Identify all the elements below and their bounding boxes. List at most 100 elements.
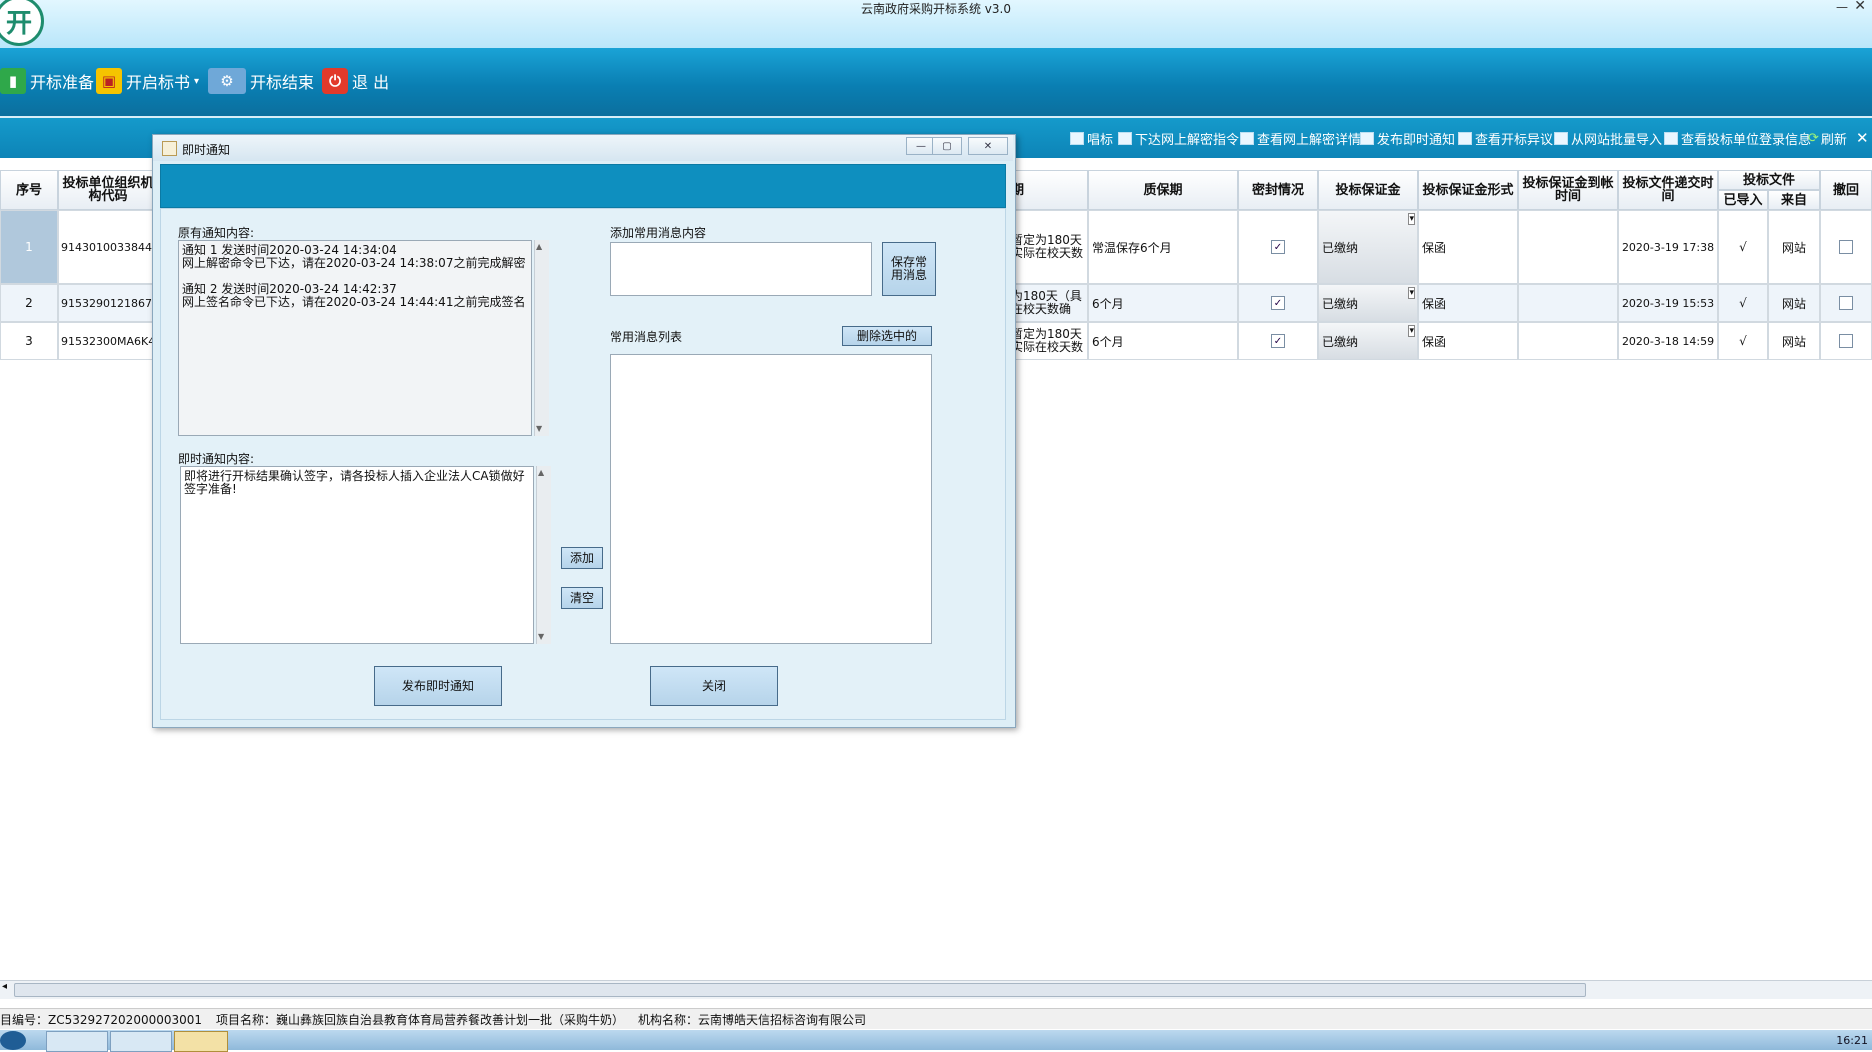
- subbar-close-icon[interactable]: ✕: [1856, 128, 1869, 148]
- existing-notice-scrollbar[interactable]: [534, 240, 549, 436]
- row3-deposit-time[interactable]: [1518, 322, 1618, 360]
- col-header-from[interactable]: 来自: [1768, 190, 1820, 210]
- subbar-decrypt-detail-button[interactable]: 查看网上解密详情: [1240, 128, 1361, 148]
- dialog-title-bar[interactable]: [153, 135, 1013, 161]
- col-header-period[interactable]: 期: [1010, 170, 1088, 210]
- existing-notice-textarea[interactable]: 通知 1 发送时间2020-03-24 14:34:04 网上解密命令已下达，请…: [178, 240, 532, 436]
- existing-notice-label: 原有通知内容:: [178, 226, 255, 240]
- scroll-left-icon[interactable]: ◂: [2, 981, 7, 992]
- row3-deposit-form[interactable]: 保函: [1418, 322, 1518, 360]
- instant-notice-textarea[interactable]: 即将进行开标结果确认签字，请各投标人插入企业法人CA锁做好签字准备!: [180, 466, 534, 644]
- row1-warranty[interactable]: 常温保存6个月: [1088, 210, 1238, 284]
- row1-no[interactable]: 1: [0, 210, 58, 284]
- start-icon[interactable]: [0, 1031, 26, 1050]
- minimize-icon[interactable]: —: [1836, 0, 1848, 14]
- col-header-no[interactable]: 序号: [0, 170, 58, 210]
- col-header-withdraw[interactable]: 撤回: [1820, 170, 1872, 210]
- row3-code[interactable]: 91532300MA6K43J: [58, 322, 158, 360]
- subbar-objection-button[interactable]: 查看开标异议: [1458, 128, 1553, 148]
- col-header-deposit-form[interactable]: 投标保证金形式: [1418, 170, 1518, 210]
- power-icon: ⏻: [322, 68, 348, 94]
- row2-deposit-time[interactable]: [1518, 284, 1618, 322]
- row1-period[interactable]: 暂定为180天 实际在校天数: [1010, 210, 1088, 284]
- row1-from[interactable]: 网站: [1768, 210, 1820, 284]
- row1-code[interactable]: 914301003384467: [58, 210, 158, 284]
- seal-checkbox[interactable]: ✓: [1271, 296, 1285, 310]
- dialog-maximize-icon[interactable]: ▢: [932, 137, 962, 155]
- row2-withdraw-cell[interactable]: [1820, 284, 1872, 322]
- col-header-code[interactable]: 投标单位组织机构代码: [58, 170, 158, 210]
- col-header-imported[interactable]: 已导入: [1718, 190, 1768, 210]
- subbar-batch-import-button[interactable]: 从网站批量导入: [1554, 128, 1662, 148]
- toolbar-end-button[interactable]: ⚙ 开标结束: [208, 66, 314, 96]
- taskbar-ie-icon[interactable]: [46, 1031, 108, 1052]
- status-project-no: 目编号：ZC532927202000003001: [0, 1012, 203, 1027]
- subbar-refresh-button[interactable]: ⟳ 刷新: [1808, 128, 1847, 148]
- subbar-announce-button[interactable]: 唱标: [1070, 128, 1113, 148]
- row1-seal-cell[interactable]: ✓: [1238, 210, 1318, 284]
- row2-deposit-form[interactable]: 保函: [1418, 284, 1518, 322]
- toolbar-prep-button[interactable]: ▮ 开标准备: [0, 66, 94, 96]
- withdraw-checkbox[interactable]: [1839, 334, 1853, 348]
- row2-deposit-select[interactable]: 已缴纳 ▾: [1318, 284, 1418, 322]
- row3-no[interactable]: 3: [0, 322, 58, 360]
- row1-deposit-select[interactable]: 已缴纳 ▾: [1318, 210, 1418, 284]
- row3-seal-cell[interactable]: ✓: [1238, 322, 1318, 360]
- col-header-submit-time[interactable]: 投标文件递交时间: [1618, 170, 1718, 210]
- row1-imported[interactable]: √: [1718, 210, 1768, 284]
- subbar-publish-notice-button[interactable]: 发布即时通知: [1360, 128, 1455, 148]
- col-header-warranty[interactable]: 质保期: [1088, 170, 1238, 210]
- subbar-login-info-button[interactable]: 查看投标单位登录信息: [1664, 128, 1811, 148]
- common-message-list[interactable]: [610, 354, 932, 644]
- close-icon[interactable]: ✕: [1854, 0, 1866, 14]
- row2-imported[interactable]: √: [1718, 284, 1768, 322]
- row2-seal-cell[interactable]: ✓: [1238, 284, 1318, 322]
- row1-withdraw-cell[interactable]: [1820, 210, 1872, 284]
- scroll-down-icon[interactable]: ▼: [538, 632, 544, 641]
- save-common-button[interactable]: 保存常用消息: [882, 242, 936, 296]
- scroll-up-icon[interactable]: ▲: [536, 242, 542, 251]
- add-button[interactable]: 添加: [561, 547, 603, 569]
- close-button[interactable]: 关闭: [650, 666, 778, 706]
- withdraw-checkbox[interactable]: [1839, 296, 1853, 310]
- instant-notice-scrollbar[interactable]: [536, 466, 551, 644]
- row2-deposit-value: 已缴纳: [1322, 296, 1359, 311]
- publish-notice-button[interactable]: 发布即时通知: [374, 666, 502, 706]
- row3-imported[interactable]: √: [1718, 322, 1768, 360]
- dialog-close-icon[interactable]: ✕: [968, 137, 1008, 155]
- row2-submit-time[interactable]: 2020-3-19 15:53: [1618, 284, 1718, 322]
- scrollbar-thumb[interactable]: [14, 983, 1586, 997]
- row1-deposit-form[interactable]: 保函: [1418, 210, 1518, 284]
- add-common-input[interactable]: [610, 242, 872, 296]
- col-header-bid-file[interactable]: 投标文件: [1718, 170, 1820, 190]
- withdraw-checkbox[interactable]: [1839, 240, 1853, 254]
- row3-from[interactable]: 网站: [1768, 322, 1820, 360]
- row1-submit-time[interactable]: 2020-3-19 17:38: [1618, 210, 1718, 284]
- taskbar-ie-icon-2[interactable]: [110, 1031, 172, 1052]
- common-list-label: 常用消息列表: [610, 330, 683, 344]
- row1-deposit-time[interactable]: [1518, 210, 1618, 284]
- seal-checkbox[interactable]: ✓: [1271, 240, 1285, 254]
- row2-from[interactable]: 网站: [1768, 284, 1820, 322]
- taskbar-app-icon[interactable]: [174, 1031, 228, 1052]
- row3-period[interactable]: 暂定为180天 实际在校天数: [1010, 322, 1088, 360]
- row2-code[interactable]: 915329012186710: [58, 284, 158, 322]
- scroll-down-icon[interactable]: ▼: [536, 424, 542, 433]
- row3-submit-time[interactable]: 2020-3-18 14:59: [1618, 322, 1718, 360]
- row3-withdraw-cell[interactable]: [1820, 322, 1872, 360]
- row2-period[interactable]: 为180天（具 在校天数确: [1010, 284, 1088, 322]
- delete-selected-button[interactable]: 删除选中的: [842, 326, 932, 346]
- seal-checkbox[interactable]: ✓: [1271, 334, 1285, 348]
- row2-no[interactable]: 2: [0, 284, 58, 322]
- row3-deposit-select[interactable]: 已缴纳 ▾: [1318, 322, 1418, 360]
- toolbar-exit-button[interactable]: ⏻ 退 出: [322, 66, 389, 96]
- row2-warranty[interactable]: 6个月: [1088, 284, 1238, 322]
- row3-warranty[interactable]: 6个月: [1088, 322, 1238, 360]
- col-header-deposit-time[interactable]: 投标保证金到帐时间: [1518, 170, 1618, 210]
- subbar-decrypt-cmd-button[interactable]: 下达网上解密指令: [1118, 128, 1239, 148]
- clear-button[interactable]: 清空: [561, 587, 603, 609]
- col-header-seal[interactable]: 密封情况: [1238, 170, 1318, 210]
- scroll-up-icon[interactable]: ▲: [538, 468, 544, 477]
- col-header-deposit[interactable]: 投标保证金: [1318, 170, 1418, 210]
- toolbar-open-bids-button[interactable]: ▣ 开启标书 ▾: [96, 66, 199, 96]
